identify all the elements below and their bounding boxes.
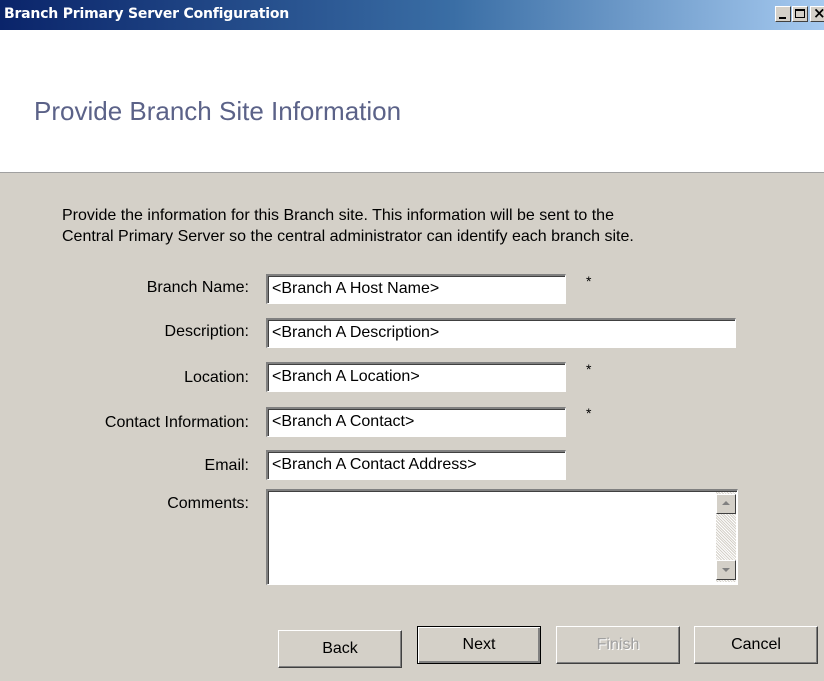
- email-label: Email:: [204, 457, 249, 474]
- description-label: Description:: [164, 323, 249, 340]
- branch-name-input[interactable]: <Branch A Host Name>: [266, 274, 566, 304]
- arrow-down-icon: [722, 568, 730, 572]
- instructions-text: Provide the information for this Branch …: [62, 205, 802, 247]
- configuration-dialog: Branch Primary Server Configuration × Pr…: [0, 0, 824, 681]
- contact-required-mark: *: [586, 405, 592, 421]
- branch-name-required-mark: *: [586, 273, 592, 289]
- window-title: Branch Primary Server Configuration: [4, 6, 290, 22]
- maximize-icon: [795, 9, 805, 18]
- branch-name-label: Branch Name:: [146, 279, 249, 296]
- instructions-line-2: Central Primary Server so the central ad…: [62, 228, 634, 245]
- instructions-line-1: Provide the information for this Branch …: [62, 207, 614, 224]
- title-bar[interactable]: Branch Primary Server Configuration ×: [0, 0, 824, 30]
- close-icon: ×: [813, 4, 824, 22]
- wizard-header: Provide Branch Site Information: [0, 30, 824, 173]
- location-label: Location:: [184, 369, 249, 386]
- page-title: Provide Branch Site Information: [34, 96, 402, 126]
- maximize-button[interactable]: [792, 6, 808, 22]
- minimize-button[interactable]: [775, 6, 791, 22]
- contact-information-input[interactable]: <Branch A Contact>: [266, 407, 566, 437]
- location-input[interactable]: <Branch A Location>: [266, 362, 566, 392]
- contact-information-label: Contact Information:: [104, 414, 249, 431]
- location-required-mark: *: [586, 361, 592, 377]
- close-button[interactable]: ×: [810, 4, 824, 22]
- scroll-up-button[interactable]: [716, 494, 736, 514]
- comments-label: Comments:: [167, 495, 249, 512]
- next-button[interactable]: Next: [417, 626, 541, 664]
- finish-button[interactable]: Finish: [556, 626, 680, 664]
- cancel-button[interactable]: Cancel: [694, 626, 818, 664]
- email-input[interactable]: <Branch A Contact Address>: [266, 450, 566, 480]
- comments-scrollbar[interactable]: [716, 492, 736, 582]
- scroll-down-button[interactable]: [716, 560, 736, 580]
- back-button[interactable]: Back: [278, 630, 402, 668]
- arrow-up-icon: [722, 501, 730, 505]
- description-input[interactable]: <Branch A Description>: [266, 318, 736, 348]
- minimize-icon: [779, 17, 786, 19]
- comments-textarea[interactable]: [266, 489, 738, 585]
